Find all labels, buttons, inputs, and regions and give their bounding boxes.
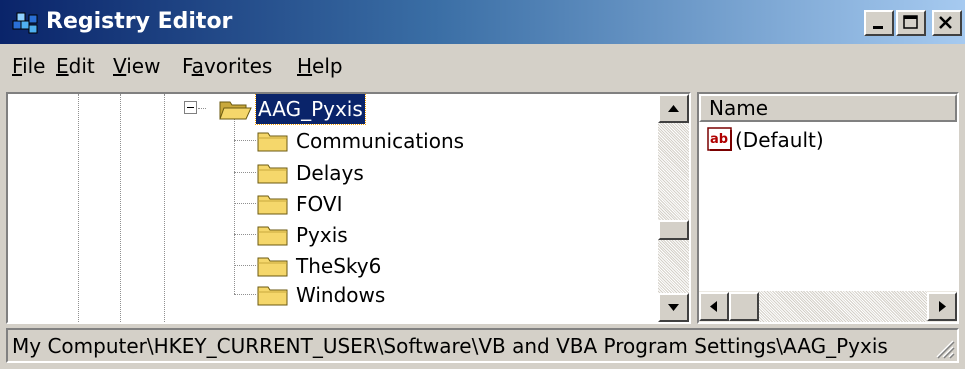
- maximize-button[interactable]: [896, 10, 926, 36]
- open-folder-icon: [219, 101, 252, 120]
- menu-edit[interactable]: Edit: [56, 53, 95, 79]
- tree-connector: [234, 203, 256, 204]
- tree-connector: [234, 172, 256, 173]
- menu-file[interactable]: File: [12, 53, 45, 79]
- tree-node-label: FOVI: [296, 192, 343, 216]
- list-horizontal-scrollbar[interactable]: [699, 291, 957, 322]
- folder-icon: [257, 132, 288, 152]
- menu-help[interactable]: Help: [297, 53, 343, 79]
- tree-guide-line: [234, 118, 235, 294]
- scroll-track[interactable]: [658, 123, 689, 293]
- close-icon: [939, 16, 952, 29]
- string-value-icon: ab: [707, 127, 732, 151]
- tree-connector: [234, 265, 256, 266]
- scroll-right-button[interactable]: [927, 292, 957, 321]
- menu-favorites[interactable]: Favorites: [182, 53, 272, 79]
- minimize-icon: [873, 26, 883, 29]
- arrow-down-icon: [668, 304, 679, 311]
- tree-connector: [198, 108, 206, 109]
- folder-icon: [257, 226, 288, 246]
- scroll-up-button[interactable]: [658, 94, 689, 123]
- collapse-icon[interactable]: [184, 101, 198, 115]
- menu-bar: File Edit View Favorites Help: [0, 44, 965, 88]
- svg-text:ab: ab: [710, 132, 728, 147]
- folder-icon: [257, 286, 288, 306]
- window-title: Registry Editor: [46, 9, 233, 34]
- arrow-left-icon: [710, 301, 717, 312]
- tree-guide-line: [78, 94, 79, 322]
- scroll-thumb[interactable]: [729, 292, 759, 321]
- folder-icon: [257, 257, 288, 277]
- minimize-button[interactable]: [864, 10, 894, 36]
- registry-editor-icon: [12, 12, 38, 34]
- tree-guide-line: [164, 94, 165, 322]
- scroll-track[interactable]: [759, 291, 927, 322]
- status-bar: My Computer\HKEY_CURRENT_USER\Software\V…: [6, 328, 959, 363]
- tree-vertical-scrollbar[interactable]: [658, 94, 689, 322]
- arrow-up-icon: [668, 105, 679, 112]
- close-button[interactable]: [932, 10, 962, 36]
- tree-node-label: Pyxis: [296, 223, 348, 247]
- scroll-down-button[interactable]: [658, 293, 689, 322]
- tree-connector: [234, 294, 256, 295]
- name-column-header[interactable]: Name: [699, 94, 957, 122]
- tree-connector: [234, 140, 256, 141]
- tree-guide-line: [120, 94, 121, 322]
- folder-icon: [257, 164, 288, 184]
- tree-node-label: TheSky6: [296, 254, 382, 278]
- menu-view[interactable]: View: [113, 53, 160, 79]
- tree-node-label: AAG_Pyxis: [255, 94, 366, 125]
- arrow-right-icon: [939, 301, 946, 312]
- resize-grip-icon[interactable]: [933, 337, 955, 359]
- scroll-thumb[interactable]: [658, 220, 689, 240]
- status-path: My Computer\HKEY_CURRENT_USER\Software\V…: [12, 334, 888, 358]
- maximize-icon: [903, 15, 918, 29]
- registry-editor-window: Registry Editor File Edit View Favorites…: [0, 0, 965, 369]
- tree-node-label: Windows: [296, 283, 386, 307]
- tree-node-label: Delays: [296, 161, 364, 185]
- scroll-left-button[interactable]: [699, 292, 729, 321]
- value-name: (Default): [735, 128, 824, 152]
- key-tree-pane[interactable]: AAG_Pyxis Communications Delays FOVI Pyx…: [6, 92, 691, 324]
- title-bar[interactable]: Registry Editor: [0, 0, 965, 44]
- folder-icon: [257, 195, 288, 215]
- tree-connector: [234, 234, 256, 235]
- tree-node-label: Communications: [296, 129, 465, 153]
- values-list-pane[interactable]: Name ab (Default): [697, 92, 959, 324]
